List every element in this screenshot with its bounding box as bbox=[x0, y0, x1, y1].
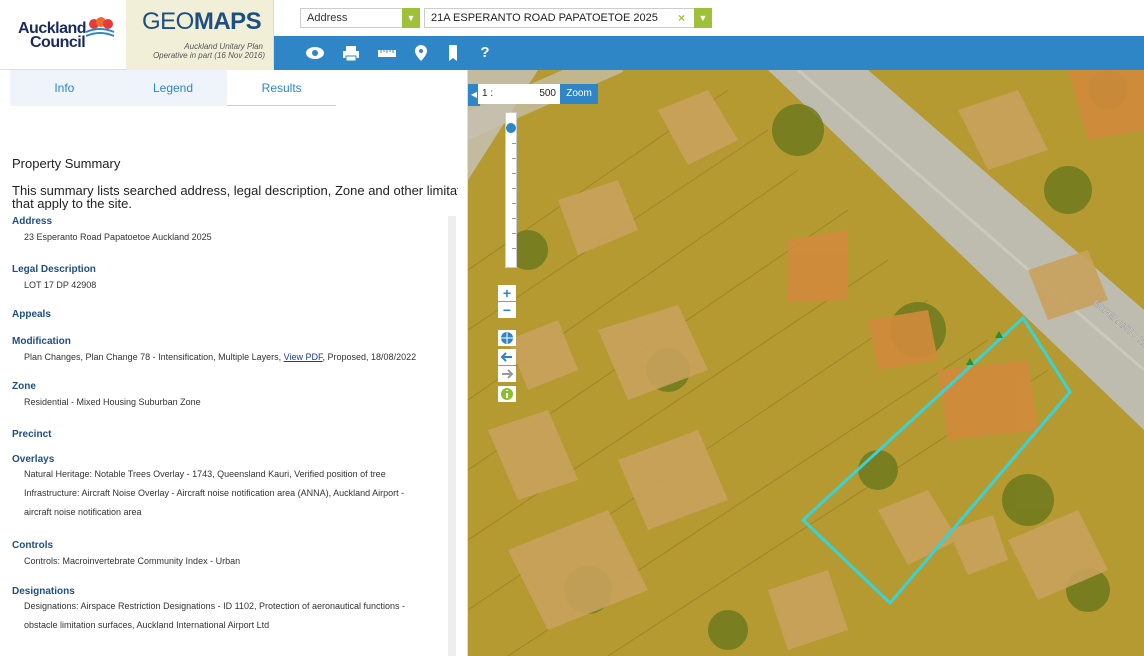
aerial-map[interactable]: ESPERANTO ROAD bbox=[468, 70, 1144, 656]
tab-legend[interactable]: Legend bbox=[118, 70, 228, 106]
view-pdf-link[interactable]: View PDF bbox=[284, 352, 323, 362]
pin-icon[interactable] bbox=[410, 43, 432, 63]
search-bar: Address ▼ 21A ESPERANTO ROAD PAPATOETOE … bbox=[274, 0, 1144, 36]
controls-value: Controls: Macroinvertebrate Community In… bbox=[24, 556, 241, 566]
page-title: Property Summary bbox=[12, 156, 121, 171]
designation-line: obstacle limitation surfaces, Auckland I… bbox=[24, 620, 270, 630]
section-heading: Overlays bbox=[12, 454, 55, 465]
designation-line: Designations: Airspace Restriction Desig… bbox=[24, 601, 406, 611]
results-panel: Info Legend Results Property Summary Thi… bbox=[0, 70, 468, 656]
forward-arrow-icon[interactable] bbox=[498, 366, 516, 382]
info-icon[interactable] bbox=[498, 386, 516, 402]
section-heading: Modification bbox=[12, 336, 71, 347]
section-modification: Modification Plan Changes, Plan Change 7… bbox=[12, 336, 452, 364]
zoom-out-button[interactable]: − bbox=[498, 302, 516, 318]
section-appeals: Appeals bbox=[12, 309, 452, 324]
chevron-down-icon[interactable]: ▼ bbox=[402, 8, 420, 28]
globe-icon[interactable] bbox=[498, 330, 516, 346]
back-arrow-icon[interactable] bbox=[498, 349, 516, 365]
summary-description: This summary lists searched address, leg… bbox=[12, 184, 458, 210]
zoom-slider[interactable] bbox=[505, 112, 517, 268]
legal-value: LOT 17 DP 42908 bbox=[24, 280, 97, 290]
zoom-slider-handle[interactable] bbox=[506, 123, 516, 133]
geomaps-title: GEOMAPS bbox=[142, 8, 262, 35]
zone-value: Residential - Mixed Housing Suburban Zon… bbox=[24, 397, 201, 407]
address-dropdown-icon[interactable]: ▼ bbox=[694, 8, 712, 28]
section-controls: Controls Controls: Macroinvertebrate Com… bbox=[12, 540, 452, 568]
overlay-line: aircraft noise notification area bbox=[24, 507, 142, 517]
bookmark-icon[interactable] bbox=[442, 43, 464, 63]
section-heading: Appeals bbox=[12, 309, 51, 320]
section-heading: Legal Description bbox=[12, 264, 96, 275]
zoom-in-button[interactable]: + bbox=[498, 285, 516, 301]
scale-input[interactable]: 1 : 500 bbox=[478, 84, 560, 104]
map-canvas[interactable]: ESPERANTO ROAD bbox=[468, 70, 1144, 656]
app-header: Auckland Council GEOMAPS Auckland Unitar… bbox=[0, 0, 1144, 70]
section-heading: Controls bbox=[12, 540, 54, 551]
section-zone: Zone Residential - Mixed Housing Suburba… bbox=[12, 381, 452, 409]
section-designations: Designations Designations: Airspace Rest… bbox=[12, 586, 452, 635]
address-search-input[interactable]: 21A ESPERANTO ROAD PAPATOETOE 2025 bbox=[424, 8, 700, 28]
modification-value: Plan Changes, Plan Change 78 - Intensifi… bbox=[24, 352, 417, 362]
map-toolbar: ? bbox=[274, 36, 1144, 70]
print-icon[interactable] bbox=[340, 43, 362, 63]
eye-icon[interactable] bbox=[304, 43, 326, 63]
section-address: Address 23 Esperanto Road Papatoetoe Auc… bbox=[12, 216, 452, 244]
overlay-line: Infrastructure: Aircraft Noise Overlay -… bbox=[24, 488, 405, 498]
tab-results[interactable]: Results bbox=[227, 70, 337, 106]
section-legal: Legal Description LOT 17 DP 42908 bbox=[12, 264, 452, 292]
plan-name: Auckland Unitary Plan bbox=[184, 42, 263, 51]
geomaps-logo[interactable]: GEOMAPS Auckland Unitary Plan Operative … bbox=[126, 0, 274, 70]
tab-info[interactable]: Info bbox=[10, 70, 119, 106]
council-flower-icon bbox=[85, 17, 115, 37]
overlay-line: Natural Heritage: Notable Trees Overlay … bbox=[24, 469, 386, 479]
section-overlays: Overlays Natural Heritage: Notable Trees… bbox=[12, 454, 452, 522]
clear-icon[interactable]: × bbox=[678, 8, 692, 28]
address-value: 23 Esperanto Road Papatoetoe Auckland 20… bbox=[24, 232, 212, 242]
ruler-icon[interactable] bbox=[376, 43, 398, 63]
zoom-button[interactable]: Zoom bbox=[560, 84, 598, 104]
auckland-council-logo[interactable]: Auckland Council bbox=[0, 0, 126, 70]
section-heading: Address bbox=[12, 216, 53, 227]
section-heading: Zone bbox=[12, 381, 36, 392]
help-icon[interactable]: ? bbox=[474, 43, 496, 63]
plan-status: Operative in part (16 Nov 2016) bbox=[152, 51, 265, 60]
section-heading: Precinct bbox=[12, 429, 52, 440]
council-name-line2: Council bbox=[30, 34, 86, 51]
section-precinct: Precinct bbox=[12, 429, 452, 444]
section-heading: Designations bbox=[12, 586, 75, 597]
panel-tabs: Info Legend Results bbox=[10, 70, 337, 106]
